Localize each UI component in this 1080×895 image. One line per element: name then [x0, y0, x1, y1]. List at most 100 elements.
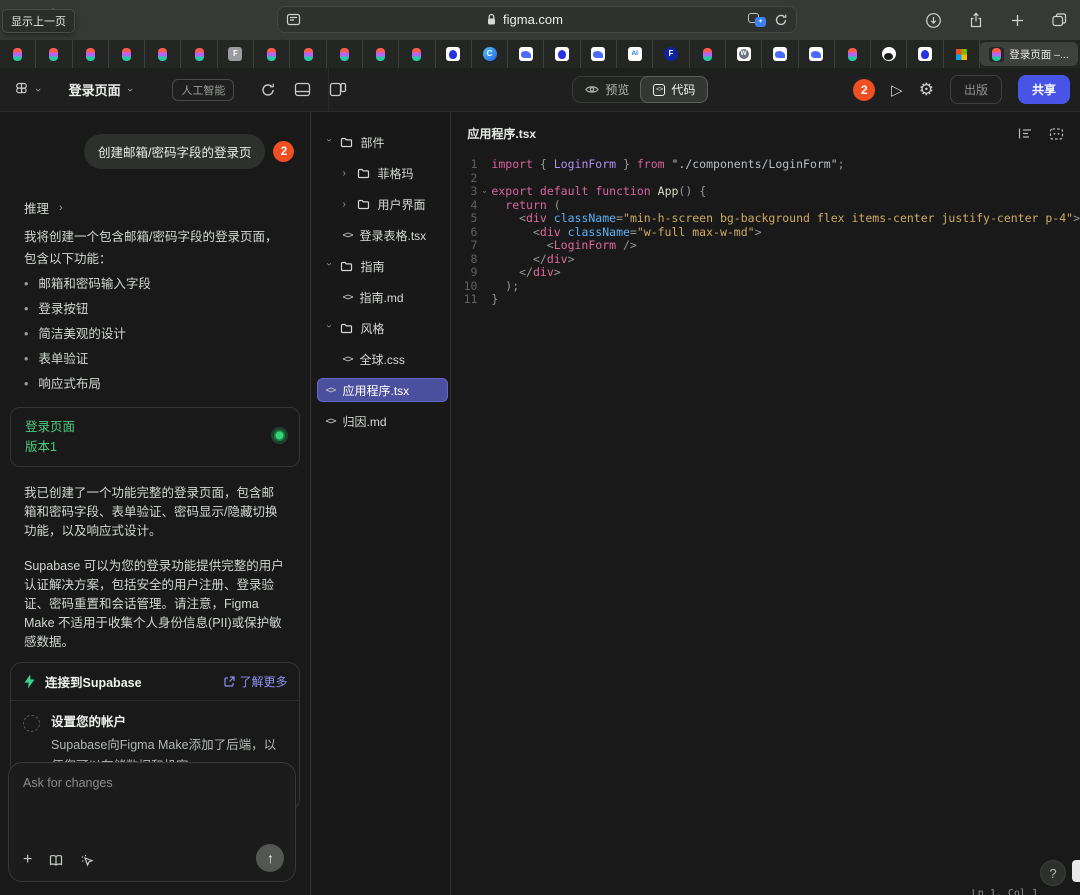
browser-tab-figma[interactable] — [290, 40, 326, 68]
ai-mode-badge: 人工智能 — [172, 79, 234, 101]
code-tab[interactable]: <> 代码 — [640, 76, 708, 103]
browser-tab-figma[interactable] — [109, 40, 145, 68]
code-line: 8 </div> — [451, 253, 1080, 267]
tree-item-应用程序.tsx[interactable]: <>应用程序.tsx — [317, 378, 448, 402]
tree-item-指南[interactable]: › 指南 — [317, 254, 448, 278]
tree-item-归因.md[interactable]: <>归因.md — [317, 409, 448, 433]
tree-item-风格[interactable]: ›风格 — [317, 316, 448, 340]
learn-more-link[interactable]: 了解更多 — [224, 673, 287, 690]
browser-tab-baidu[interactable] — [436, 40, 472, 68]
back-tooltip: 显示上一页 — [2, 9, 75, 33]
send-button[interactable]: ↑ — [256, 844, 284, 872]
browser-tab-panda[interactable] — [871, 40, 907, 68]
browser-tab-figma[interactable] — [145, 40, 181, 68]
browser-tab-figma[interactable] — [181, 40, 217, 68]
browser-tab-cursor[interactable]: C — [472, 40, 508, 68]
tree-item-部件[interactable]: ›部件 — [317, 130, 448, 154]
refresh-icon[interactable] — [260, 82, 276, 98]
point-edit-icon[interactable] — [80, 853, 95, 868]
browser-tab-f-blue[interactable]: F — [653, 40, 689, 68]
chat-input[interactable]: Ask for changes + ↑ — [8, 762, 296, 882]
url-text[interactable]: figma.com — [503, 12, 563, 27]
folder-icon — [340, 323, 353, 334]
figma-menu-chevron-icon[interactable]: › — [32, 88, 44, 92]
tree-item-label: 登录表格.tsx — [360, 227, 427, 244]
browser-tab-figma[interactable] — [690, 40, 726, 68]
code-line: 5 <div className="min-h-screen bg-backgr… — [451, 212, 1080, 226]
preview-label: 预览 — [605, 81, 629, 98]
chevron-down-icon[interactable]: › — [324, 262, 335, 270]
browser-tab-figma[interactable] — [327, 40, 363, 68]
gear-icon[interactable]: ⚙ — [919, 80, 934, 100]
browser-tab-whale[interactable] — [581, 40, 617, 68]
learn-more-label: 了解更多 — [239, 673, 287, 690]
browser-tab-figma[interactable] — [0, 40, 36, 68]
attach-plus-icon[interactable]: + — [23, 851, 32, 869]
feature-item: •登录按钮 — [24, 299, 286, 319]
browser-tab-figma[interactable] — [835, 40, 871, 68]
layout-panel-icon[interactable] — [329, 82, 347, 97]
tree-item-用户界面[interactable]: ›用户界面 — [317, 192, 448, 216]
address-bar[interactable]: figma.com ✦ — [277, 6, 797, 33]
tree-item-全球.css[interactable]: <>全球.css — [317, 347, 448, 371]
tree-item-登录表格.tsx[interactable]: <>登录表格.tsx — [317, 223, 448, 247]
tree-item-label: 指南 — [360, 258, 384, 275]
browser-tab-figma[interactable] — [363, 40, 399, 68]
folder-icon — [357, 199, 370, 210]
reload-icon[interactable] — [774, 13, 788, 27]
browser-tab-figma[interactable] — [73, 40, 109, 68]
browser-tab-whale[interactable] — [508, 40, 544, 68]
play-icon[interactable]: ▷ — [891, 81, 903, 99]
translate-icon[interactable]: ✦ — [748, 13, 766, 27]
feature-item: •邮箱和密码输入字段 — [24, 274, 286, 294]
word-wrap-icon[interactable] — [1018, 127, 1033, 141]
figma-favicon — [989, 47, 1004, 62]
share-icon[interactable] — [968, 12, 984, 29]
notification-badge[interactable]: 2 — [853, 79, 875, 101]
browser-chrome: 显示上一页 ➤ figma.com ✦ — [0, 0, 1080, 40]
assistant-summary: 我已创建了一个功能完整的登录页面，包含邮箱和密码字段、表单验证、密码显示/隐藏切… — [24, 484, 286, 541]
message-count-badge[interactable]: 2 — [273, 141, 294, 162]
make-toolbar: › 登录页面 › 人工智能 预览 — [0, 68, 1080, 112]
chevron-down-icon[interactable]: › — [324, 324, 335, 332]
tree-item-label: 全球.css — [360, 351, 405, 368]
feature-list: •邮箱和密码输入字段•登录按钮•简洁美观的设计•表单验证•响应式布局 — [24, 274, 286, 394]
reasoning-toggle[interactable]: 推理 › — [24, 198, 310, 217]
console-panel-icon[interactable] — [294, 82, 311, 97]
tree-item-指南.md[interactable]: <>指南.md — [317, 285, 448, 309]
chevron-right-icon[interactable]: › — [342, 199, 350, 210]
history-icon[interactable] — [1049, 127, 1064, 141]
active-browser-tab[interactable]: 登录页面 –... — [980, 42, 1078, 66]
preview-tab[interactable]: 预览 — [573, 77, 641, 102]
browser-tab-ai[interactable]: AI — [617, 40, 653, 68]
publish-button[interactable]: 出版 — [950, 75, 1002, 104]
browser-tab-f-gray[interactable]: F — [218, 40, 254, 68]
project-chevron-icon[interactable]: › — [124, 88, 136, 92]
code-content[interactable]: 1import { LoginForm } from "./components… — [451, 158, 1080, 307]
tree-item-菲格玛[interactable]: ›菲格玛 — [317, 161, 448, 185]
help-button[interactable]: ? — [1040, 860, 1066, 886]
browser-tab-whale[interactable] — [762, 40, 798, 68]
browser-tab-baidu[interactable] — [544, 40, 580, 68]
project-title[interactable]: 登录页面 — [69, 80, 121, 99]
guidelines-book-icon[interactable] — [48, 854, 64, 867]
reader-icon[interactable] — [286, 12, 301, 27]
code-editor-panel[interactable]: 应用程序.tsx 1import { LoginForm } from "./c… — [451, 112, 1080, 895]
share-button[interactable]: 共享 — [1018, 75, 1070, 104]
tab-overview-icon[interactable] — [1051, 12, 1068, 28]
browser-tab-figma[interactable] — [254, 40, 290, 68]
browser-tab-w[interactable]: W — [726, 40, 762, 68]
new-tab-icon[interactable] — [1010, 13, 1025, 28]
browser-tab-ms[interactable] — [944, 40, 980, 68]
browser-tab-figma[interactable] — [36, 40, 72, 68]
downloads-icon[interactable] — [925, 12, 942, 29]
browser-tab-figma[interactable] — [399, 40, 435, 68]
figma-menu-icon[interactable] — [14, 82, 29, 98]
chevron-down-icon[interactable]: › — [324, 138, 335, 146]
chevron-right-icon[interactable]: › — [342, 168, 350, 179]
step-checkbox-icon[interactable] — [23, 715, 40, 732]
browser-tab-whale[interactable] — [799, 40, 835, 68]
browser-tab-baidu[interactable] — [907, 40, 943, 68]
lock-icon — [486, 13, 497, 26]
version-card[interactable]: 登录页面 版本1 — [10, 407, 300, 467]
